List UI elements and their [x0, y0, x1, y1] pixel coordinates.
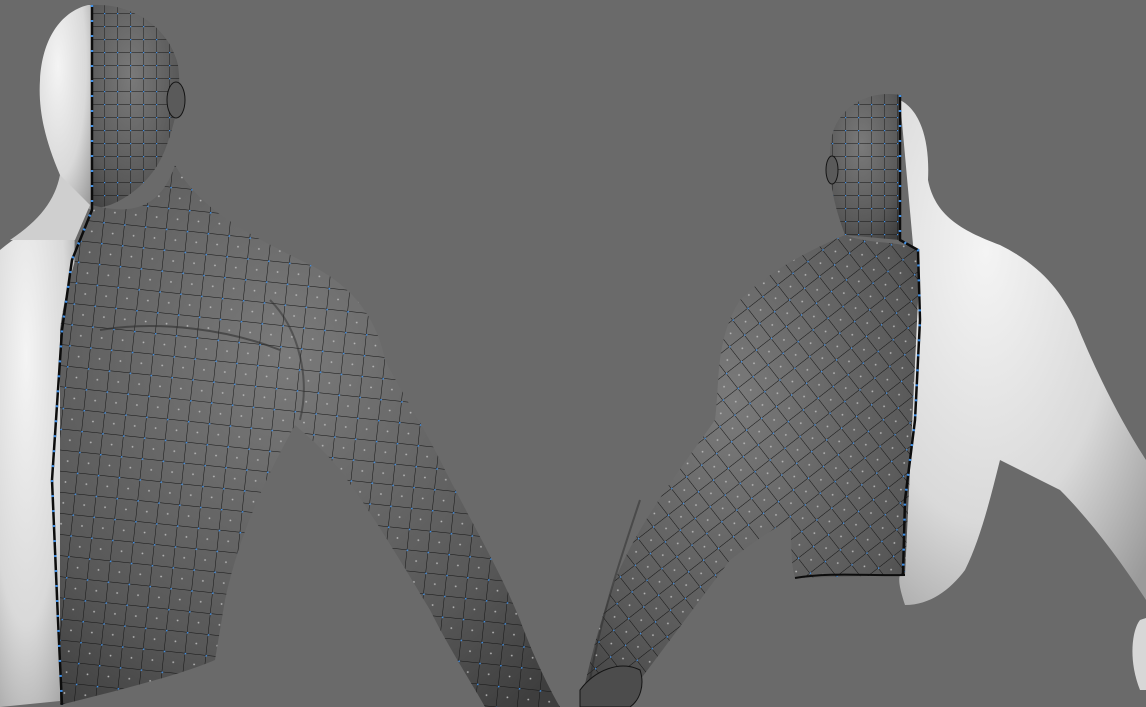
back-clay-body: [899, 100, 1146, 605]
3d-viewport[interactable]: [0, 0, 1146, 707]
front-ear: [166, 81, 186, 119]
front-clay-face: [39, 5, 92, 210]
back-clay-hand: [1132, 618, 1146, 690]
viewport-canvas: [0, 4, 1146, 707]
front-view-model: [0, 4, 560, 707]
back-view-model: [579, 94, 1146, 707]
